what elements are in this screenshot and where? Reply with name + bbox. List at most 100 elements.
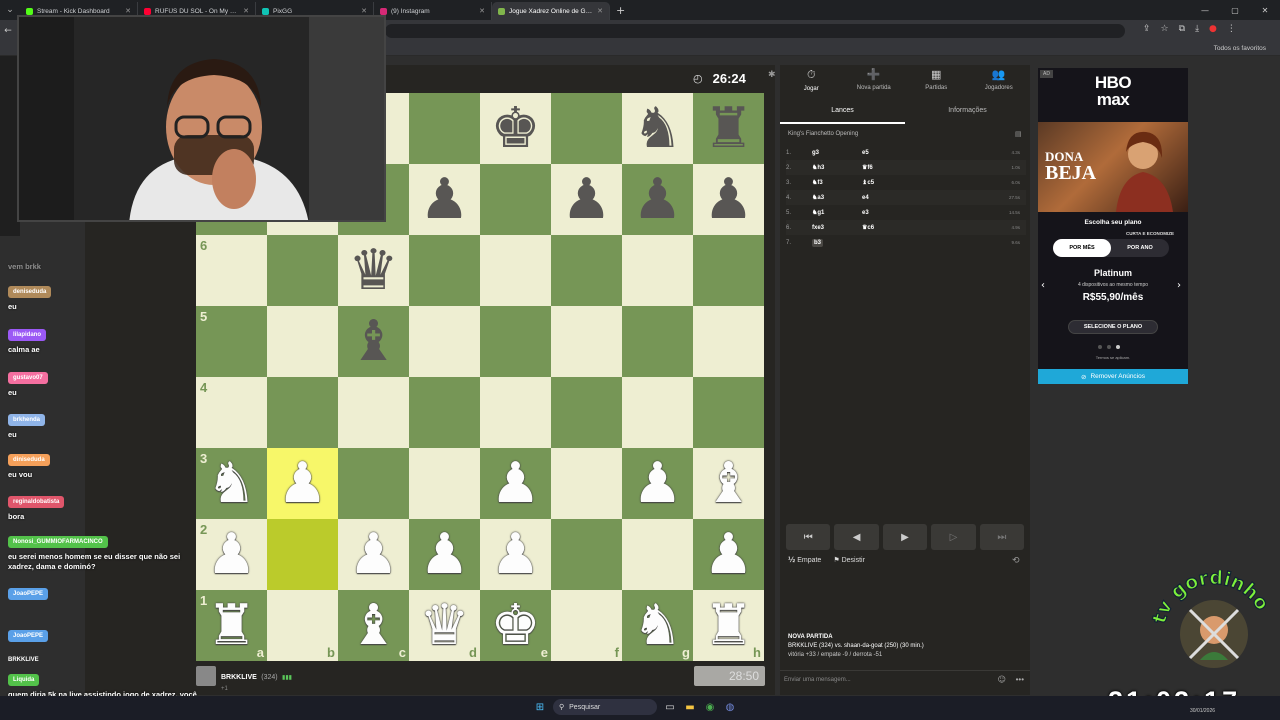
toggle-year[interactable]: POR ANO [1111, 239, 1169, 257]
square-f5[interactable] [551, 306, 622, 377]
white-move[interactable]: b3 [812, 238, 862, 247]
square-e7[interactable] [480, 164, 551, 235]
chat-username[interactable]: brkhenda [8, 414, 46, 426]
panel-nav-item[interactable]: ➕ Nova partida [843, 68, 906, 100]
panel-nav-item[interactable]: ⏱ Jogar [780, 68, 843, 100]
square-d1[interactable]: d ♛ [409, 590, 480, 661]
square-d3[interactable] [409, 448, 480, 519]
square-b2[interactable] [267, 519, 338, 590]
black-pawn-icon[interactable]: ♟ [561, 171, 611, 228]
tab-moves[interactable]: Lances [780, 102, 905, 124]
black-rook-icon[interactable]: ♜ [703, 100, 753, 157]
square-f4[interactable] [551, 377, 622, 448]
remove-ads-button[interactable]: ⊘ Remover Anúncios [1038, 369, 1188, 384]
close-tab-icon[interactable]: ✕ [125, 7, 131, 15]
extensions-icon[interactable]: ⧉ [1179, 24, 1185, 34]
square-h1[interactable]: h ♜ [693, 590, 764, 661]
maximize-icon[interactable]: ▢ [1220, 0, 1250, 20]
chat-username[interactable]: lilapidano [8, 329, 47, 341]
board-settings-icon[interactable]: ✱ [768, 70, 776, 80]
square-e6[interactable] [480, 235, 551, 306]
carousel-dot[interactable] [1116, 345, 1120, 349]
square-g2[interactable] [622, 519, 693, 590]
square-d2[interactable]: ♟ [409, 519, 480, 590]
browser-tab[interactable]: Jogue Xadrez Online de Graça ✕ [492, 2, 610, 20]
task-view-icon[interactable]: ▭ [663, 700, 677, 714]
square-g6[interactable] [622, 235, 693, 306]
black-move[interactable]: e3 [862, 210, 1002, 216]
chat-username[interactable]: gustavo07 [8, 372, 48, 384]
close-tab-icon[interactable]: ✕ [597, 7, 603, 15]
square-b3[interactable]: ♟ [267, 448, 338, 519]
black-pawn-icon[interactable]: ♟ [419, 171, 469, 228]
square-c5[interactable]: ♝ [338, 306, 409, 377]
previous-move-icon[interactable]: ◀ [834, 524, 879, 550]
square-f1[interactable]: f [551, 590, 622, 661]
download-icon[interactable]: ⤓ [1195, 24, 1199, 34]
menu-icon[interactable]: ⋮ [1227, 24, 1236, 34]
square-c3[interactable] [338, 448, 409, 519]
carousel-dot[interactable] [1098, 345, 1102, 349]
taskbar-search[interactable]: ⚲ Pesquisar [553, 699, 657, 715]
billing-toggle[interactable]: POR MÊS POR ANO [1053, 239, 1169, 257]
square-g4[interactable] [622, 377, 693, 448]
chrome-icon[interactable]: ◉ [703, 700, 717, 714]
white-move[interactable]: fxe3 [812, 225, 862, 231]
close-tab-icon[interactable]: ✕ [243, 7, 249, 15]
last-move-icon[interactable]: ⏭ [979, 524, 1025, 550]
chat-username[interactable]: Nonosi_GUMMIOFARMACINCO [8, 536, 108, 548]
square-b6[interactable] [267, 235, 338, 306]
white-pawn-icon[interactable]: ♟ [632, 455, 682, 512]
close-tab-icon[interactable]: ✕ [361, 7, 367, 15]
ad-banner[interactable] [1038, 68, 1188, 384]
white-pawn-icon[interactable]: ♟ [703, 526, 753, 583]
white-pawn-icon[interactable]: ♟ [348, 526, 398, 583]
square-f8[interactable] [551, 93, 622, 164]
square-f7[interactable]: ♟ [551, 164, 622, 235]
white-queen-icon[interactable]: ♛ [419, 597, 469, 654]
black-move[interactable]: ♛c6 [862, 224, 1002, 231]
next-move-icon[interactable]: ▷ [931, 524, 976, 550]
black-move[interactable]: e4 [862, 195, 1002, 201]
new-tab-button[interactable]: + [610, 4, 625, 17]
file-explorer-icon[interactable]: ▬ [683, 700, 697, 714]
chat-username[interactable]: reginaldobatista [8, 496, 65, 508]
chat-username[interactable]: JoaoPEPE [8, 630, 49, 642]
share-icon[interactable]: ⇪ [1143, 24, 1151, 34]
square-h2[interactable]: ♟ [693, 519, 764, 590]
tab-info[interactable]: Informações [905, 102, 1030, 124]
all-bookmarks-link[interactable]: Todos os favoritos [1214, 45, 1266, 52]
select-plan-button[interactable]: SELECIONE O PLANO [1068, 320, 1158, 334]
bookmark-star-icon[interactable]: ☆ [1161, 24, 1169, 34]
black-move[interactable]: ♛f6 [862, 164, 1002, 171]
white-move[interactable]: ♞h3 [812, 164, 862, 171]
close-tab-icon[interactable]: ✕ [479, 7, 485, 15]
black-pawn-icon[interactable]: ♟ [632, 171, 682, 228]
windows-start-icon[interactable]: ⊞ [533, 700, 547, 714]
square-d6[interactable] [409, 235, 480, 306]
square-c2[interactable]: ♟ [338, 519, 409, 590]
black-bishop-icon[interactable]: ♝ [348, 313, 398, 370]
panel-nav-item[interactable]: ▦ Partidas [905, 68, 968, 100]
square-d5[interactable] [409, 306, 480, 377]
chat-username[interactable]: JoaoPEPE [8, 588, 49, 600]
close-window-icon[interactable]: ✕ [1250, 0, 1280, 20]
discord-icon[interactable]: ◍ [723, 700, 737, 714]
square-g7[interactable]: ♟ [622, 164, 693, 235]
square-f3[interactable] [551, 448, 622, 519]
draw-button[interactable]: ½ Empate [788, 556, 821, 564]
white-knight-icon[interactable]: ♞ [632, 597, 682, 654]
square-f2[interactable] [551, 519, 622, 590]
square-h5[interactable] [693, 306, 764, 377]
black-knight-icon[interactable]: ♞ [632, 100, 682, 157]
play-icon[interactable]: ▶ [882, 524, 928, 550]
black-move[interactable]: e5 [862, 150, 1002, 156]
square-e4[interactable] [480, 377, 551, 448]
square-b4[interactable] [267, 377, 338, 448]
square-h7[interactable]: ♟ [693, 164, 764, 235]
carousel-dot[interactable] [1107, 345, 1111, 349]
square-d7[interactable]: ♟ [409, 164, 480, 235]
first-move-icon[interactable]: ⏮ [786, 524, 831, 550]
more-icon[interactable]: ••• [1016, 675, 1024, 684]
black-king-icon[interactable]: ♚ [490, 100, 540, 157]
